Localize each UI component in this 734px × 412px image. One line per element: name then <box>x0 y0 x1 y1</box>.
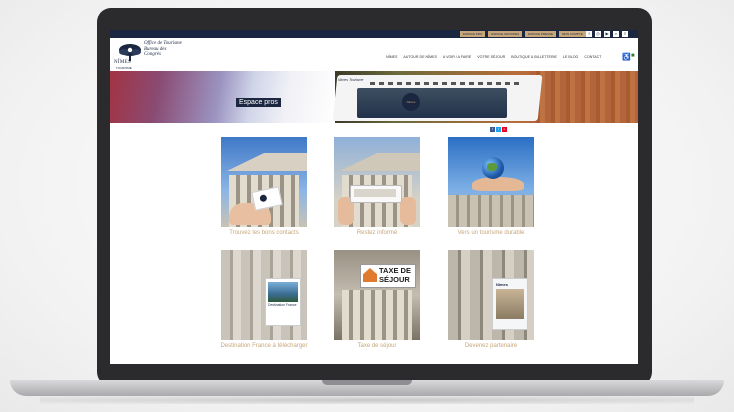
phone-shape <box>350 185 402 203</box>
search-icon[interactable]: ⌕ <box>613 31 619 37</box>
hand-right-shape <box>400 197 416 225</box>
cart-icon[interactable]: ■ <box>631 53 635 59</box>
laptop-shadow <box>40 396 694 404</box>
logo-script-text: Office de Tourisme Bureau des Congrès <box>144 41 182 57</box>
temple-pediment <box>227 153 307 171</box>
nav-item-around[interactable]: AUTOUR DE NÎMES <box>403 55 436 59</box>
logo-name: NÎMES <box>114 60 132 65</box>
brochure-cover: Destination France <box>265 278 301 326</box>
utility-links: ESPACE PRO ESPACE GROUPES ESPACE PRESSE … <box>460 31 586 37</box>
facebook-icon[interactable]: f <box>586 31 592 37</box>
magazine-cover: Nîmes <box>492 278 528 330</box>
utility-link-press[interactable]: ESPACE PRESSE <box>525 31 557 37</box>
tablet-logo: Nîmes Tourisme <box>338 78 364 82</box>
tax-sign-line1: TAXE DE <box>379 266 411 275</box>
utility-link-groups[interactable]: ESPACE GROUPES <box>488 31 523 37</box>
share-facebook-icon[interactable]: f <box>490 127 495 132</box>
main-nav: NÎMES AUTOUR DE NÎMES A VOIR / A FAIRE V… <box>386 55 601 59</box>
nav-item-blog[interactable]: LE BLOG <box>563 55 578 59</box>
tax-sign: TAXE DE SÉJOUR <box>360 264 416 288</box>
tax-sign-line2: SÉJOUR <box>379 275 410 284</box>
site-header: NÎMES TOURISME Office de Tourisme Bureau… <box>110 38 638 71</box>
share-pinterest-icon[interactable]: p <box>502 127 507 132</box>
hero-left-image <box>110 71 335 123</box>
laptop-notch <box>322 380 412 385</box>
temple-columns <box>342 290 412 340</box>
tile-destination-image[interactable]: Destination France <box>221 250 307 340</box>
tile-caption[interactable]: Devenez partenaire <box>438 343 544 350</box>
nav-item-see-do[interactable]: A VOIR / A FAIRE <box>443 55 471 59</box>
nav-item-nimes[interactable]: NÎMES <box>386 55 397 59</box>
temple-facade <box>448 195 534 227</box>
tile-caption[interactable]: Restez informé <box>324 230 430 237</box>
temple-pediment <box>340 153 420 171</box>
magazine-image <box>496 289 524 319</box>
globe-land-shape <box>487 163 497 171</box>
utility-link-account[interactable]: MON COMPTE <box>559 31 586 37</box>
tile-caption[interactable]: Taxe de séjour <box>324 343 430 350</box>
tile-tax-image[interactable]: TAXE DE SÉJOUR <box>334 250 420 340</box>
palm-shape <box>472 177 524 191</box>
tile-caption[interactable]: Destination France à télécharger <box>211 343 317 350</box>
tile-sustainable-image[interactable] <box>448 137 534 227</box>
hero-banner: Nîmes Tourisme Nîmes Espace pros <box>110 71 638 123</box>
hero-wood-texture <box>530 71 638 123</box>
magazine-title: Nîmes <box>496 282 509 287</box>
share-twitter-icon[interactable]: t <box>496 127 501 132</box>
language-icon[interactable]: ≡ <box>622 31 628 37</box>
tablet-badge: Nîmes <box>402 93 420 111</box>
instagram-icon[interactable]: ◎ <box>595 31 601 37</box>
nav-item-stay[interactable]: VOTRE SÉJOUR <box>477 55 505 59</box>
share-buttons: f t p <box>490 127 507 132</box>
phone-screen <box>354 189 396 197</box>
espace-pros-badge: Espace pros <box>236 98 281 107</box>
nav-item-contact[interactable]: CONTACT <box>584 55 601 59</box>
accessibility-icon[interactable]: ♿ <box>622 53 631 61</box>
logo-subtitle: TOURISME <box>116 66 132 70</box>
utility-link-pro[interactable]: ESPACE PRO <box>460 31 486 37</box>
utility-bar: ESPACE PRO ESPACE GROUPES ESPACE PRESSE … <box>110 30 638 38</box>
social-icons: f ◎ ▶ ⌕ ≡ <box>586 31 628 37</box>
brochure-title: Destination France <box>268 303 297 307</box>
card-logo-icon <box>259 194 268 203</box>
youtube-icon[interactable]: ▶ <box>604 31 610 37</box>
nav-item-shop[interactable]: BOUTIQUE & BILLETTERIE <box>511 55 557 59</box>
tile-partner-image[interactable]: Nîmes <box>448 250 534 340</box>
tablet-hero-image <box>357 88 507 118</box>
tile-informed-image[interactable] <box>334 137 420 227</box>
house-icon <box>363 268 377 282</box>
tile-caption[interactable]: Vers un tourisme durable <box>438 230 544 237</box>
brochure-image <box>268 282 298 302</box>
laptop-screen: ESPACE PRO ESPACE GROUPES ESPACE PRESSE … <box>110 30 638 364</box>
tile-contacts-image[interactable] <box>221 137 307 227</box>
tablet-nav <box>370 82 520 85</box>
tile-caption[interactable]: Trouvez les bons contacts <box>211 230 317 237</box>
